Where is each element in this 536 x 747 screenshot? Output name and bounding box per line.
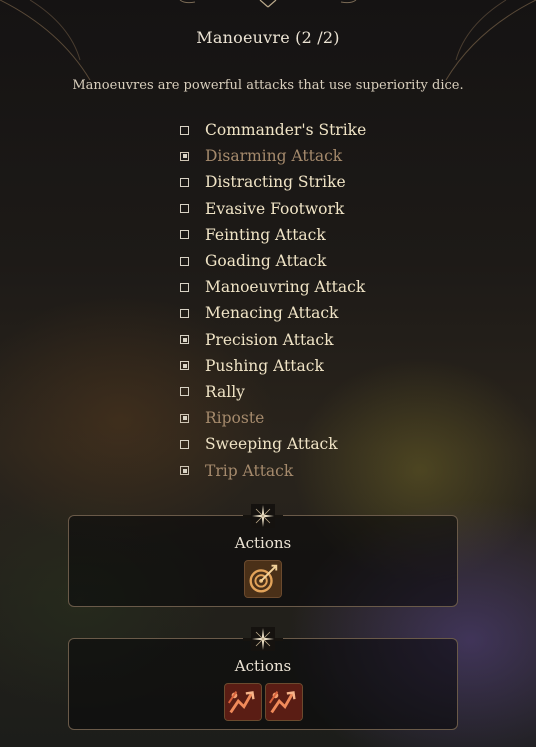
manoeuvre-item-menacing-attack[interactable]: Menacing Attack [180,300,480,326]
precision-attack-icon[interactable] [244,560,282,598]
manoeuvre-label: Menacing Attack [205,304,339,323]
manoeuvre-item-rally[interactable]: Rally [180,379,480,405]
description-text: Manoeuvres are powerful attacks that use… [72,78,464,93]
checkbox[interactable] [180,308,189,318]
manoeuvre-label: Riposte [205,409,265,428]
manoeuvre-label: Trip Attack [205,461,294,480]
manoeuvre-label: Commander's Strike [205,121,367,140]
checkbox[interactable] [180,204,189,214]
star-icon [251,504,275,528]
manoeuvre-item-manoeuvring-attack[interactable]: Manoeuvring Attack [180,274,480,300]
manoeuvre-label: Distracting Strike [205,173,346,192]
manoeuvre-label: Goading Attack [205,252,327,271]
checkbox[interactable] [180,282,189,292]
manoeuvre-label: Manoeuvring Attack [205,278,366,297]
checkbox[interactable] [180,361,189,371]
actions-panel: Actions [68,504,458,607]
checkbox[interactable] [180,151,189,161]
manoeuvre-label: Disarming Attack [205,147,343,166]
manoeuvre-item-commanders-strike[interactable]: Commander's Strike [180,117,480,143]
manoeuvre-item-distracting-strike[interactable]: Distracting Strike [180,169,480,195]
manoeuvre-item-precision-attack[interactable]: Precision Attack [180,327,480,353]
manoeuvre-item-riposte[interactable]: Riposte [180,405,480,431]
manoeuvre-label: Feinting Attack [205,225,326,244]
pushing-attack-icon[interactable] [223,683,262,721]
manoeuvre-label: Rally [205,382,245,401]
manoeuvre-item-trip-attack[interactable]: Trip Attack [180,457,480,483]
actions-panel: Actions [68,627,458,730]
manoeuvre-list: Commander's Strike Disarming Attack Dist… [180,117,480,484]
checkbox[interactable] [180,177,189,187]
manoeuvre-item-evasive-footwork[interactable]: Evasive Footwork [180,196,480,222]
star-icon [251,627,275,651]
manoeuvre-item-goading-attack[interactable]: Goading Attack [180,248,480,274]
manoeuvre-item-pushing-attack[interactable]: Pushing Attack [180,353,480,379]
page-title: Manoeuvre (2 /2) [196,28,340,47]
panel-label: Actions [234,534,292,552]
manoeuvre-label: Precision Attack [205,330,334,349]
action-icon-row [69,560,457,598]
manoeuvre-item-disarming-attack[interactable]: Disarming Attack [180,143,480,169]
checkbox[interactable] [180,256,189,266]
checkbox[interactable] [180,387,189,397]
manoeuvre-label: Pushing Attack [205,356,324,375]
checkbox[interactable] [180,466,189,476]
panel-label: Actions [234,657,292,675]
checkbox[interactable] [180,125,189,135]
checkbox[interactable] [180,413,189,423]
action-icon-row [69,683,457,721]
manoeuvre-item-feinting-attack[interactable]: Feinting Attack [180,222,480,248]
manoeuvre-item-sweeping-attack[interactable]: Sweeping Attack [180,431,480,457]
manoeuvre-label: Evasive Footwork [205,199,345,218]
checkbox[interactable] [180,439,189,449]
checkbox[interactable] [180,335,189,345]
checkbox[interactable] [180,230,189,240]
manoeuvre-label: Sweeping Attack [205,435,338,454]
pushing-attack-icon[interactable] [264,683,303,721]
